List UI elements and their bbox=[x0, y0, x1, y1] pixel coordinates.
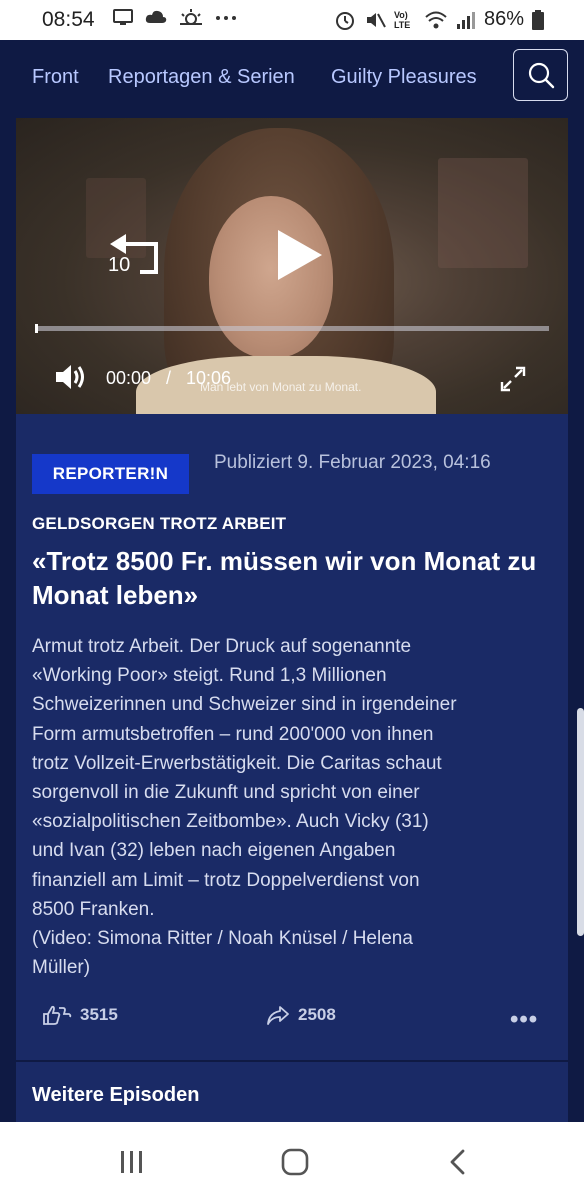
video-player[interactable]: 10 00:00 / 10:06 Man lebt von Monat zu M… bbox=[16, 118, 568, 414]
lead-line: 8500 Franken. bbox=[32, 898, 155, 920]
back-icon bbox=[450, 1149, 465, 1175]
status-time: 08:54 bbox=[42, 8, 95, 31]
fullscreen-icon bbox=[500, 366, 526, 392]
back-button[interactable] bbox=[438, 1144, 478, 1180]
battery-text: 86% bbox=[483, 8, 524, 30]
home-button[interactable] bbox=[275, 1144, 315, 1180]
time-separator: / bbox=[166, 368, 172, 388]
volume-button[interactable] bbox=[54, 362, 88, 392]
cloud-icon bbox=[145, 10, 167, 23]
scrollbar[interactable] bbox=[577, 708, 584, 936]
current-time: 00:00 bbox=[106, 368, 152, 388]
reactions-count: 3515 bbox=[80, 1005, 118, 1024]
status-bar: 08:54 Vo) LTE 86% bbox=[0, 0, 584, 40]
recent-apps-icon bbox=[121, 1151, 142, 1173]
article-lead: Armut trotz Arbeit. Der Druck auf sogena… bbox=[32, 632, 552, 982]
article-actions: 3515 2508 ••• bbox=[16, 1004, 568, 1040]
lead-line: Schweizerinnen und Schweizer sind in irg… bbox=[32, 694, 457, 716]
lead-line: Müller) bbox=[32, 957, 91, 979]
share-count: 2508 bbox=[298, 1005, 336, 1024]
replay-10-button[interactable]: 10 bbox=[104, 228, 164, 278]
search-icon bbox=[528, 62, 554, 89]
share-button[interactable]: 2508 bbox=[266, 1004, 336, 1026]
tab-reportagen-serien[interactable]: Reportagen & Serien bbox=[108, 66, 295, 89]
lead-line: (Video: Simona Ritter / Noah Knüsel / He… bbox=[32, 928, 413, 950]
search-button[interactable] bbox=[513, 49, 568, 101]
fullscreen-button[interactable] bbox=[498, 364, 528, 394]
share-icon bbox=[267, 1006, 289, 1025]
tab-guilty-pleasures[interactable]: Guilty Pleasures bbox=[331, 66, 477, 89]
volte-label: Vo) LTE bbox=[393, 9, 411, 30]
article-card: 10 00:00 / 10:06 Man lebt von Monat zu M… bbox=[16, 118, 568, 1122]
lead-line: «sozialpolitischen Zeitbombe». Auch Vick… bbox=[32, 811, 429, 833]
home-icon bbox=[281, 1148, 309, 1176]
article-headline: «Trotz 8500 Fr. müssen wir von Monat zu … bbox=[32, 546, 537, 610]
more-options-button[interactable]: ••• bbox=[510, 1006, 538, 1034]
thumbs-reaction-icon bbox=[43, 1005, 72, 1025]
tab-front[interactable]: Front bbox=[32, 66, 79, 89]
battery-icon bbox=[532, 9, 544, 30]
screen-icon bbox=[113, 9, 133, 25]
lead-line: Form armutsbetroffen – rund 200'000 von … bbox=[32, 723, 434, 745]
more-dots-icon bbox=[216, 16, 236, 20]
lead-line: finanziell am Limit – trotz Doppelverdie… bbox=[32, 869, 420, 891]
top-navigation: Front Reportagen & Serien Guilty Pleasur… bbox=[0, 40, 584, 118]
lead-line: Armut trotz Arbeit. Der Druck auf sogena… bbox=[32, 636, 412, 657]
lead-line: sorgenvoll in die Zukunft und spricht vo… bbox=[32, 782, 420, 804]
progress-bar[interactable] bbox=[35, 326, 549, 331]
play-icon bbox=[278, 230, 322, 280]
alarm-icon bbox=[335, 11, 354, 30]
recent-apps-button[interactable] bbox=[112, 1144, 152, 1180]
replay-seconds: 10 bbox=[108, 254, 131, 276]
progress-handle[interactable] bbox=[35, 324, 38, 333]
system-navigation-bar bbox=[0, 1122, 584, 1200]
volume-icon bbox=[56, 365, 84, 389]
lead-line: trotz Vollzeit-Erwerbstätigkeit. Die Car… bbox=[32, 752, 442, 774]
background-picture bbox=[438, 158, 528, 268]
video-subtitle: Man lebt von Monat zu Monat. bbox=[200, 380, 362, 394]
weather-icon bbox=[180, 9, 202, 25]
mute-icon bbox=[366, 12, 386, 27]
signal-icon bbox=[456, 11, 475, 29]
article-kicker: GELDSORGEN TROTZ ARBEIT bbox=[32, 514, 287, 533]
lead-line: und Ivan (32) leben nach eigenen Angaben bbox=[32, 840, 396, 862]
section-divider bbox=[16, 1060, 568, 1062]
play-button[interactable] bbox=[274, 228, 324, 282]
status-icons-left bbox=[112, 8, 238, 26]
status-icons-right: Vo) LTE 86% bbox=[334, 8, 544, 31]
section-title-more-episodes: Weitere Episoden bbox=[32, 1084, 200, 1106]
published-date: Publiziert 9. Februar 2023, 04:16 bbox=[214, 452, 491, 473]
wifi-icon bbox=[425, 11, 447, 28]
lead-line: «Working Poor» steigt. Rund 1,3 Millione… bbox=[32, 665, 387, 687]
reactions-button[interactable]: 3515 bbox=[42, 1004, 118, 1026]
category-badge[interactable]: REPORTER!N bbox=[32, 454, 189, 494]
